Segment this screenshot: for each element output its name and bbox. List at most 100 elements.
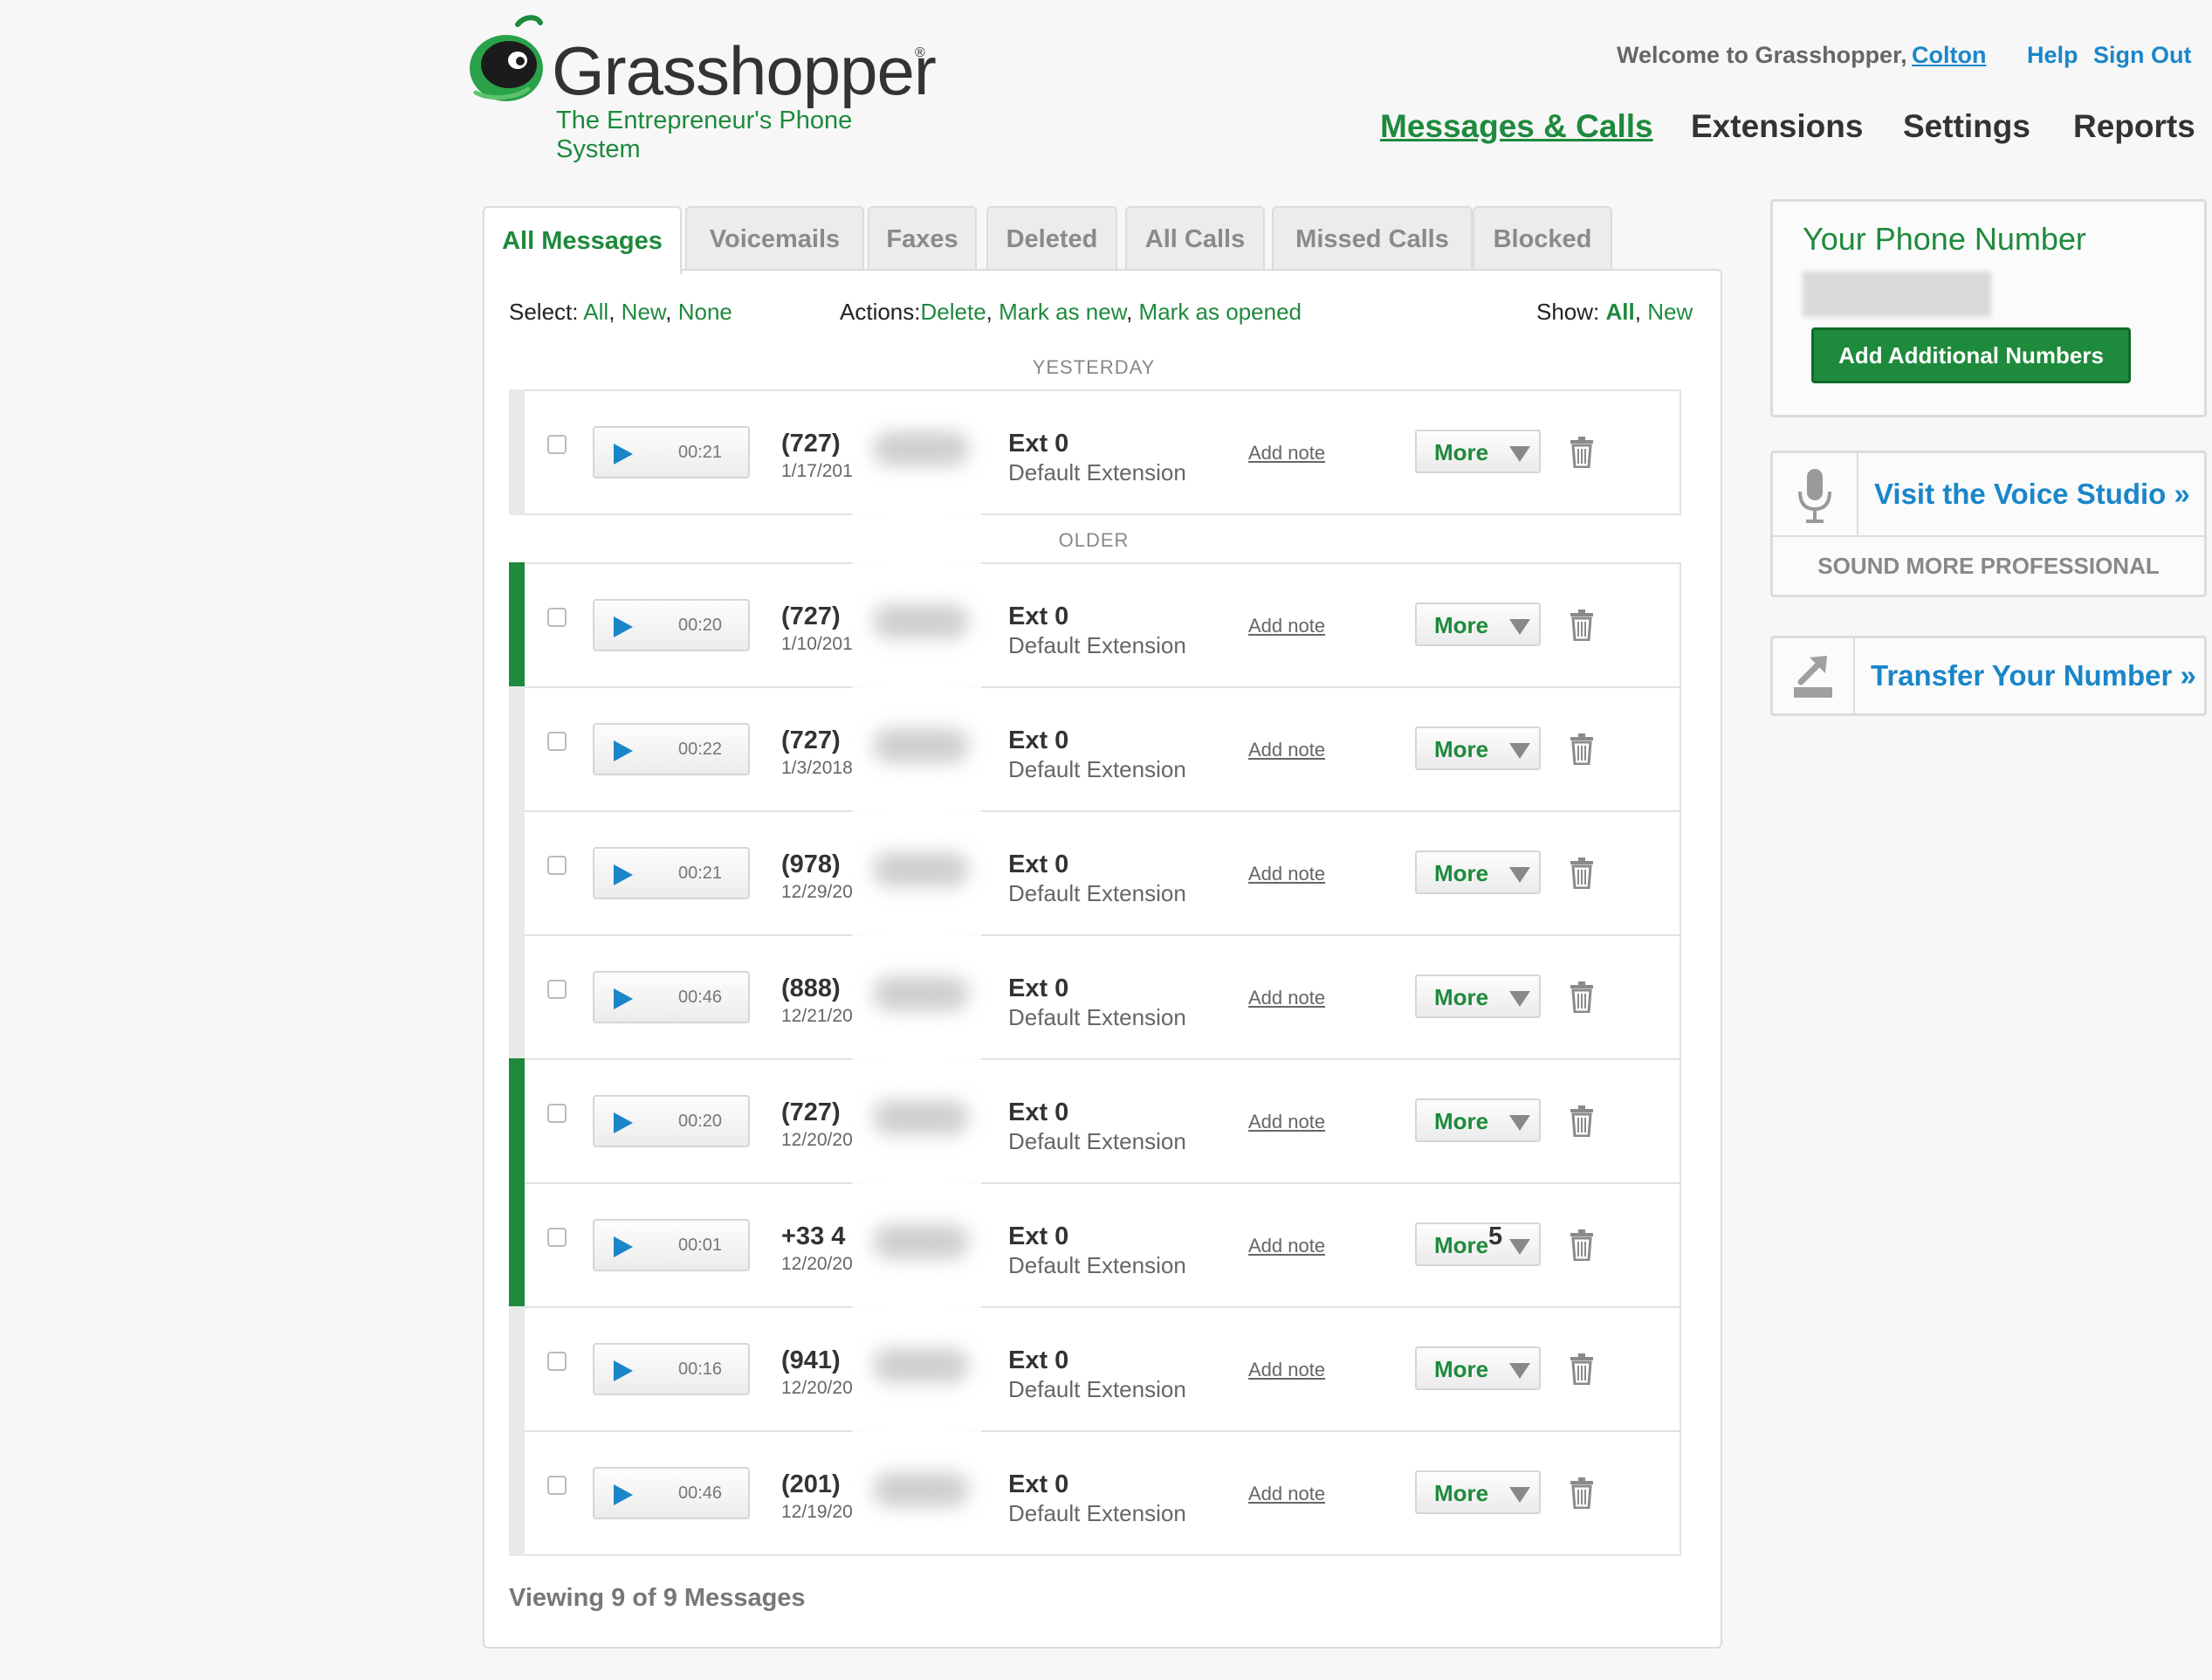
trash-icon[interactable]: [1569, 437, 1595, 468]
message-row[interactable]: 00:16 (941) 12/20/20 Ext 0 Default Extension…: [509, 1306, 1681, 1432]
sign-out-link[interactable]: Sign Out: [2093, 42, 2191, 69]
audio-player[interactable]: 00:46: [593, 971, 750, 1023]
more-dropdown-button[interactable]: More: [1415, 974, 1541, 1018]
caller-number: (941): [781, 1346, 841, 1374]
more-dropdown-button[interactable]: More: [1415, 1098, 1541, 1142]
section-yesterday: YESTERDAY: [1032, 356, 1156, 378]
tab-faxes[interactable]: Faxes: [868, 206, 977, 271]
message-row[interactable]: 00:20 (727) 12/20/20 Ext 0 Default Extension…: [509, 1058, 1681, 1184]
audio-player[interactable]: 00:46: [593, 1467, 750, 1519]
play-icon[interactable]: [610, 1483, 635, 1507]
action-delete-link[interactable]: Delete: [921, 299, 986, 325]
audio-player[interactable]: 00:01: [593, 1219, 750, 1271]
add-note-link[interactable]: Add note: [1248, 1359, 1325, 1381]
add-additional-numbers-button[interactable]: Add Additional Numbers: [1811, 327, 2131, 383]
audio-player[interactable]: 00:21: [593, 426, 750, 479]
message-checkbox[interactable]: [547, 1104, 567, 1123]
tab-all-calls[interactable]: All Calls: [1125, 206, 1265, 271]
trash-icon[interactable]: [1569, 1229, 1595, 1261]
add-note-link[interactable]: Add note: [1248, 442, 1325, 465]
message-checkbox[interactable]: [547, 1352, 567, 1371]
more-dropdown-button[interactable]: More: [1415, 1470, 1541, 1514]
grasshopper-logo[interactable]: Grasshopper ® The Entrepreneur's Phone S…: [467, 12, 938, 163]
message-row[interactable]: 00:21 (727) 1/17/201 Ext 0 Default Extension…: [509, 389, 1681, 515]
message-checkbox[interactable]: [547, 1228, 567, 1247]
play-icon[interactable]: [610, 1359, 635, 1383]
more-label: More: [1434, 1480, 1489, 1506]
more-dropdown-button[interactable]: More: [1415, 850, 1541, 894]
nav-settings[interactable]: Settings: [1903, 108, 2030, 145]
tab-blocked[interactable]: Blocked: [1473, 206, 1612, 271]
message-checkbox[interactable]: [547, 732, 567, 751]
message-row[interactable]: 00:22 (727) 1/3/2018 Ext 0 Default Extension…: [509, 686, 1681, 812]
action-mark-new-link[interactable]: Mark as new: [999, 299, 1126, 325]
comma: ,: [1126, 299, 1133, 325]
trash-icon[interactable]: [1569, 1105, 1595, 1137]
user-name-link[interactable]: Colton: [1912, 42, 1986, 69]
message-checkbox[interactable]: [547, 435, 567, 454]
trash-icon[interactable]: [1569, 609, 1595, 641]
show-all-link[interactable]: All: [1606, 299, 1635, 325]
tab-deleted[interactable]: Deleted: [986, 206, 1117, 271]
audio-player[interactable]: 00:16: [593, 1343, 750, 1395]
show-new-link[interactable]: New: [1647, 299, 1693, 325]
message-checkbox[interactable]: [547, 608, 567, 627]
phone-number-title: Your Phone Number: [1803, 221, 2086, 257]
play-icon[interactable]: [610, 1111, 635, 1135]
tab-voicemails[interactable]: Voicemails: [685, 206, 864, 271]
add-note-link[interactable]: Add note: [1248, 1235, 1325, 1257]
audio-player[interactable]: 00:22: [593, 723, 750, 775]
message-row[interactable]: 00:21 (978) 12/29/20 Ext 0 Default Extension…: [509, 810, 1681, 936]
tab-missed-calls[interactable]: Missed Calls: [1272, 206, 1473, 271]
add-note-link[interactable]: Add note: [1248, 987, 1325, 1009]
transfer-number-box[interactable]: Transfer Your Number »: [1770, 636, 2207, 716]
select-controls: Select: All, New, None: [509, 299, 732, 326]
add-note-link[interactable]: Add note: [1248, 739, 1325, 761]
message-checkbox[interactable]: [547, 856, 567, 875]
more-label: More: [1434, 860, 1489, 886]
play-icon[interactable]: [610, 1235, 635, 1259]
dropdown-arrow-icon: [1509, 446, 1530, 462]
message-row[interactable]: 00:20 (727) 1/10/201 Ext 0 Default Extension…: [509, 562, 1681, 688]
nav-extensions[interactable]: Extensions: [1691, 108, 1863, 145]
more-dropdown-button[interactable]: More: [1415, 726, 1541, 770]
help-link[interactable]: Help: [2027, 42, 2078, 69]
trash-icon[interactable]: [1569, 857, 1595, 889]
trash-icon[interactable]: [1569, 1477, 1595, 1509]
more-dropdown-button[interactable]: More: [1415, 602, 1541, 646]
message-row[interactable]: 00:46 (201) 12/19/20 Ext 0 Default Extension…: [509, 1430, 1681, 1556]
audio-player[interactable]: 00:20: [593, 1095, 750, 1147]
add-note-link[interactable]: Add note: [1248, 863, 1325, 885]
audio-player[interactable]: 00:21: [593, 847, 750, 899]
message-row[interactable]: 00:46 (888) 12/21/20 Ext 0 Default Extension…: [509, 934, 1681, 1060]
audio-player[interactable]: 00:20: [593, 599, 750, 651]
more-dropdown-button[interactable]: More: [1415, 430, 1541, 473]
play-icon[interactable]: [610, 863, 635, 887]
message-row[interactable]: 00:01 +33 4 5 12/20/20 Ext 0 Default Extensio…: [509, 1182, 1681, 1308]
voice-studio-link[interactable]: Visit the Voice Studio »: [1874, 478, 2190, 511]
trash-icon[interactable]: [1569, 733, 1595, 765]
trash-icon[interactable]: [1569, 981, 1595, 1013]
more-dropdown-button[interactable]: More: [1415, 1346, 1541, 1390]
play-icon[interactable]: [610, 442, 635, 466]
nav-messages-calls[interactable]: Messages & Calls: [1380, 108, 1653, 145]
select-all-link[interactable]: All: [583, 299, 608, 325]
select-new-link[interactable]: New: [622, 299, 666, 325]
select-none-link[interactable]: None: [678, 299, 732, 325]
message-checkbox[interactable]: [547, 1476, 567, 1495]
action-mark-opened-link[interactable]: Mark as opened: [1139, 299, 1302, 325]
voice-studio-box[interactable]: Visit the Voice Studio » SOUND MORE PROF…: [1770, 451, 2207, 597]
add-note-link[interactable]: Add note: [1248, 1483, 1325, 1505]
tab-all-messages[interactable]: All Messages: [483, 206, 682, 274]
extension-name: Default Extension: [1008, 632, 1186, 658]
message-checkbox[interactable]: [547, 980, 567, 999]
add-note-link[interactable]: Add note: [1248, 1111, 1325, 1133]
play-icon[interactable]: [610, 987, 635, 1011]
more-dropdown-button[interactable]: More: [1415, 1222, 1541, 1266]
transfer-number-link[interactable]: Transfer Your Number »: [1871, 659, 2196, 692]
play-icon[interactable]: [610, 615, 635, 639]
play-icon[interactable]: [610, 739, 635, 763]
nav-reports[interactable]: Reports: [2073, 108, 2195, 145]
add-note-link[interactable]: Add note: [1248, 615, 1325, 637]
trash-icon[interactable]: [1569, 1353, 1595, 1385]
